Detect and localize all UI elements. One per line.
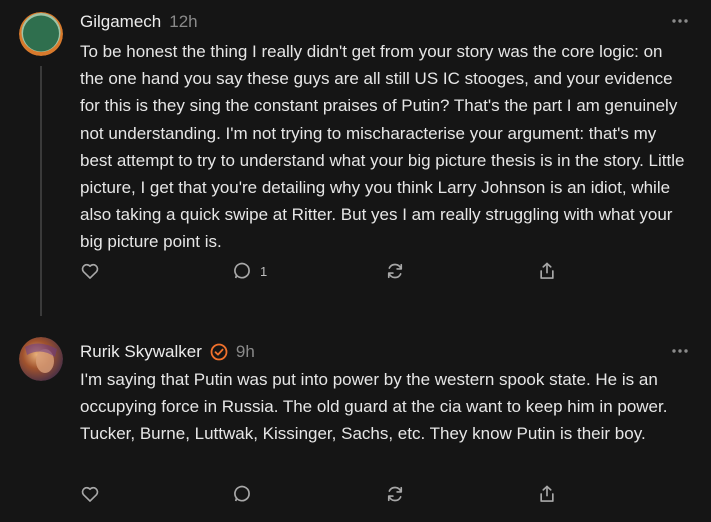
like-button[interactable] — [80, 261, 100, 281]
share-button[interactable] — [537, 484, 557, 504]
thread-line — [40, 66, 42, 316]
heart-icon — [80, 484, 100, 504]
heart-icon — [80, 261, 100, 281]
more-options-icon[interactable] — [669, 344, 691, 358]
restack-icon — [385, 484, 405, 504]
comment-body: To be honest the thing I really didn't g… — [80, 42, 685, 252]
comment: Rurik Skywalker 9h I'm saying that Putin… — [0, 337, 711, 510]
reply-button[interactable] — [232, 484, 260, 504]
author-name[interactable]: Gilgamech — [80, 12, 161, 32]
share-button[interactable] — [537, 261, 557, 281]
reply-count: 1 — [260, 263, 268, 279]
avatar[interactable] — [19, 12, 63, 56]
comment-actions — [80, 484, 680, 504]
avatar[interactable] — [19, 337, 63, 381]
author-name[interactable]: Rurik Skywalker — [80, 342, 202, 362]
more-options-icon[interactable] — [669, 14, 691, 28]
comment-header: Gilgamech 12h — [80, 10, 198, 34]
timestamp[interactable]: 9h — [236, 342, 255, 362]
comment: Gilgamech 12h To be honest the thing I r… — [0, 10, 711, 310]
comment-header: Rurik Skywalker 9h — [80, 340, 255, 364]
comment-actions: 1 — [80, 261, 680, 281]
share-icon — [537, 484, 557, 504]
comment-bubble-icon — [232, 261, 252, 281]
timestamp[interactable]: 12h — [169, 12, 197, 32]
share-icon — [537, 261, 557, 281]
restack-button[interactable] — [385, 484, 405, 504]
restack-button[interactable] — [385, 261, 405, 281]
comment-body: I'm saying that Putin was put into power… — [80, 370, 668, 444]
like-button[interactable] — [80, 484, 100, 504]
reply-button[interactable]: 1 — [232, 261, 267, 281]
verified-badge-icon — [210, 343, 228, 361]
restack-icon — [385, 261, 405, 281]
comment-bubble-icon — [232, 484, 252, 504]
